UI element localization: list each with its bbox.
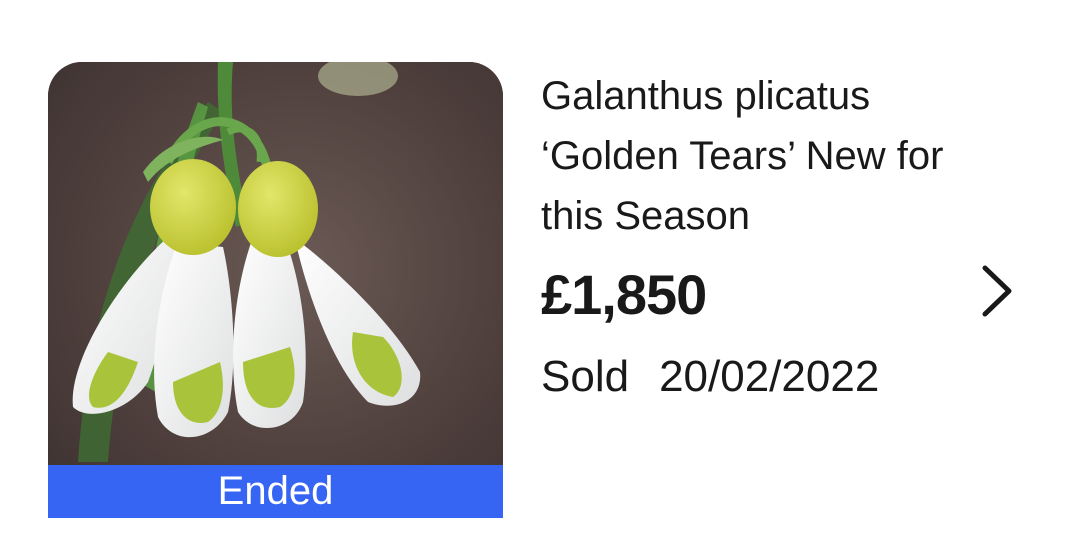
snowdrop-photo — [48, 62, 503, 518]
sold-date: 20/02/2022 — [659, 352, 880, 401]
listing-card[interactable]: Ended Galanthus plicatus ‘Golden Tears’ … — [0, 0, 1079, 553]
sold-label: Sold — [541, 352, 630, 401]
sold-info: Sold 20/02/2022 — [541, 352, 879, 402]
listing-title[interactable]: Galanthus plicatus ‘Golden Tears’ New fo… — [541, 66, 961, 246]
ended-badge: Ended — [48, 465, 503, 518]
listing-thumbnail[interactable]: Ended — [48, 62, 503, 518]
chevron-right-icon[interactable] — [975, 262, 1019, 320]
listing-price: £1,850 — [541, 263, 707, 326]
